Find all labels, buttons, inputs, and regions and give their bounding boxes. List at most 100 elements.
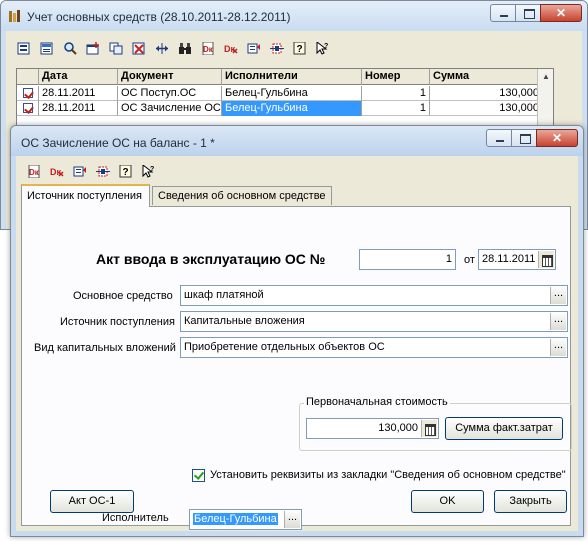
header-document[interactable]: Документ [118,69,222,85]
header-date[interactable]: Дата [39,69,118,85]
tb-edit-document-button[interactable] [37,38,57,58]
svg-text:Dк: Dк [203,45,214,54]
tb-dk-report-button[interactable]: Dк [198,38,218,58]
dlg-tb-dk-report-red-button[interactable]: Dк [47,161,67,181]
binoculars-icon [179,42,191,54]
cell-sum[interactable]: 130,000 [430,101,543,116]
executor-select-button[interactable]: ... [284,511,300,528]
posted-document-icon [23,103,33,113]
act-os1-button[interactable]: Акт ОС-1 [50,490,134,513]
dlg-tb-date-range-button[interactable] [93,161,113,181]
cell-number[interactable]: 1 [362,86,430,101]
initial-cost-field[interactable]: 130,000 [306,418,439,439]
svg-text:?: ? [297,44,303,55]
calendar-icon[interactable] [538,251,554,268]
edit-document-icon [40,42,53,54]
capital-investment-label: Вид капитальных вложений [34,342,176,354]
tb-add-row-button[interactable] [83,38,103,58]
tb-pointer-help-button[interactable]: ? [313,38,333,58]
dlg-tb-pointer-help-button[interactable]: ? [139,161,159,181]
add-row-icon [86,41,99,54]
cell-document[interactable]: ОС Поступ.ОС [118,86,222,101]
dialog-toolbar: Dк Dк ? ? [24,161,162,181]
close-button[interactable]: Закрыть [494,490,567,513]
source-select-button[interactable]: ... [550,313,566,330]
settings-icon [73,166,86,176]
act-number-field[interactable]: 1 [359,249,456,270]
date-range-icon [270,43,284,53]
act-date-field[interactable]: 28.11.2011 [478,249,556,270]
fixed-asset-select-button[interactable]: ... [550,287,566,304]
dialog-caption-buttons: ✕ [486,129,578,147]
dialog-titlebar[interactable]: ОС Зачисление ОС на баланс - 1 * ✕ [11,126,583,156]
dialog-title: ОС Зачисление ОС на баланс - 1 * [21,136,215,150]
dlg-tb-dk-report-button[interactable]: Dк [24,161,44,181]
source-value: Капитальные вложения [184,315,305,327]
date-from-label: от [464,254,475,266]
tb-delete-button[interactable] [129,38,149,58]
initial-cost-group: Первоначальная стоимость 130,000 Сумма ф… [299,396,572,451]
minimize-button[interactable] [490,4,516,22]
actual-costs-button[interactable]: Сумма факт.затрат [445,417,563,440]
header-number[interactable]: Номер [362,69,430,85]
table-header: Дата Документ Исполнители Номер Сумма [17,69,553,85]
copy-details-label[interactable]: Установить реквизиты из закладки "Сведен… [210,469,566,481]
svg-text:?: ? [123,167,129,178]
cell-document[interactable]: ОС Зачисление ОС [118,101,222,116]
executor-field[interactable]: Белец-Гульбина ... [189,509,302,530]
tb-resize-columns-button[interactable] [152,38,172,58]
row-status-cell [17,86,39,101]
table-row[interactable]: 28.11.2011 ОС Поступ.ОС Белец-Гульбина 1… [17,86,553,101]
source-label: Источник поступления [60,316,175,328]
copy-details-checkbox[interactable] [192,469,205,482]
enrollment-dialog: ОС Зачисление ОС на баланс - 1 * ✕ Dк Dк… [10,125,584,537]
fixed-asset-field[interactable]: шкаф платяной ... [180,285,568,306]
tab-income-source[interactable]: Источник поступления [21,184,150,207]
tb-new-document-button[interactable] [14,38,34,58]
posted-document-icon [23,88,33,98]
main-window-caption-buttons: ✕ [490,4,582,22]
executor-label: Исполнитель [102,512,169,524]
dialog-close-window-button[interactable]: ✕ [536,129,578,147]
tab-page-income-source: Акт ввода в эксплуатацию ОС № 1 от 28.11… [21,206,572,530]
dlg-tb-help-button[interactable]: ? [116,161,136,181]
cell-sum[interactable]: 130,000 [430,86,543,101]
dk-report-icon: Dк [28,164,40,178]
dlg-tb-settings-button[interactable] [70,161,90,181]
maximize-button[interactable] [515,4,541,22]
pointer-help-icon: ? [142,164,154,178]
dialog-minimize-button[interactable] [486,129,512,147]
cell-executor-selected[interactable]: Белец-Гульбина [222,101,362,116]
tb-copy-button[interactable] [106,38,126,58]
tb-dk-report-red-button[interactable]: Dк [221,38,241,58]
dialog-maximize-button[interactable] [511,129,537,147]
header-icon-col [17,69,39,85]
tb-binoculars-button[interactable] [175,38,195,58]
header-sum[interactable]: Сумма [430,69,543,85]
cell-date[interactable]: 28.11.2011 [39,101,118,116]
scroll-up-icon[interactable]: ▲ [538,69,554,85]
source-field[interactable]: Капитальные вложения ... [180,311,568,332]
tb-settings-button[interactable] [244,38,264,58]
header-executors[interactable]: Исполнители [222,69,362,85]
main-window-titlebar[interactable]: Учет основных средств (28.10.2011-28.12.… [1,1,587,31]
fixed-asset-label: Основное средство [73,290,173,302]
ok-button[interactable]: OK [411,490,484,513]
help-icon: ? [119,164,132,178]
calculator-icon[interactable] [421,420,437,437]
capital-investment-select-button[interactable]: ... [550,339,566,356]
cell-executor[interactable]: Белец-Гульбина [222,86,362,101]
close-window-button[interactable]: ✕ [540,4,582,22]
capital-investment-field[interactable]: Приобретение отдельных объектов ОС ... [180,337,568,358]
tab-asset-details[interactable]: Сведения об основном средстве [152,186,332,205]
cell-date[interactable]: 28.11.2011 [39,86,118,101]
cell-number[interactable]: 1 [362,101,430,116]
tb-help-button[interactable]: ? [290,38,310,58]
app-icon [9,10,20,22]
pointer-help-icon: ? [316,41,328,55]
table-row[interactable]: 28.11.2011 ОС Зачисление ОС Белец-Гульби… [17,101,553,116]
tb-find-button[interactable] [60,38,80,58]
tb-date-range-button[interactable] [267,38,287,58]
capital-investment-value: Приобретение отдельных объектов ОС [184,341,385,353]
dk-report-red-icon: Dк [50,167,64,177]
